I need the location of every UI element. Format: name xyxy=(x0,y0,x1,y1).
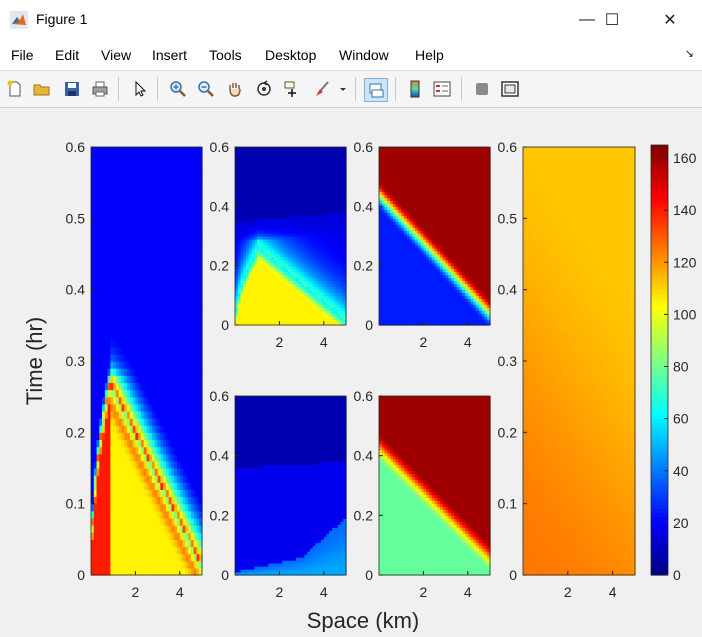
figure-toolbar xyxy=(0,70,702,108)
insert-colorbar-icon[interactable] xyxy=(404,78,426,100)
y-tick-label: 0 xyxy=(221,317,229,333)
pan-hand-icon[interactable] xyxy=(224,78,246,100)
zoom-out-icon[interactable] xyxy=(195,78,217,100)
toolbar-separator xyxy=(157,77,158,101)
maximize-button[interactable]: ☐ xyxy=(589,0,635,40)
menu-bar: File Edit View Insert Tools Desktop Wind… xyxy=(0,40,702,70)
maximize-icon: ☐ xyxy=(605,10,619,30)
y-tick-label: 0.4 xyxy=(66,282,86,298)
new-figure-icon[interactable] xyxy=(4,78,26,100)
matlab-logo-icon xyxy=(10,11,28,29)
toolbar-separator xyxy=(118,77,119,101)
menu-window[interactable]: Window xyxy=(339,47,389,63)
close-button[interactable]: ✕ xyxy=(647,0,693,40)
y-tick-label: 0.5 xyxy=(66,210,86,226)
hide-plot-tools-icon[interactable] xyxy=(471,78,493,100)
menu-view[interactable]: View xyxy=(101,47,131,63)
figure-canvas: 2400.10.20.30.40.50.62400.20.40.62400.20… xyxy=(0,107,702,632)
zoom-in-icon[interactable] xyxy=(167,78,189,100)
heatmap-figure: 2400.10.20.30.40.50.62400.20.40.62400.20… xyxy=(0,107,702,632)
toolbar-separator xyxy=(395,77,396,101)
brush-icon[interactable] xyxy=(311,78,333,100)
y-tick-label: 0 xyxy=(77,567,85,583)
print-icon[interactable] xyxy=(89,78,111,100)
menu-edit[interactable]: Edit xyxy=(55,47,79,63)
window-title: Figure 1 xyxy=(36,11,87,27)
x-tick-label: 2 xyxy=(276,334,284,350)
menu-help[interactable]: Help xyxy=(415,47,444,63)
menu-desktop[interactable]: Desktop xyxy=(265,47,316,63)
y-tick-label: 0.4 xyxy=(210,198,230,214)
link-plot-icon[interactable] xyxy=(364,78,388,102)
menu-insert[interactable]: Insert xyxy=(152,47,187,63)
heatmap-panel-3: 2400.20.40.6 xyxy=(210,388,347,600)
y-tick-label: 0.2 xyxy=(66,424,86,440)
brush-dropdown-icon[interactable] xyxy=(336,78,350,100)
title-bar: Figure 1 — ☐ ✕ xyxy=(0,0,702,40)
dock-figure-icon[interactable]: ↘ xyxy=(685,47,694,60)
pointer-icon[interactable] xyxy=(129,78,151,100)
y-tick-label: 0.6 xyxy=(210,139,230,155)
close-icon: ✕ xyxy=(663,10,676,30)
rotate-3d-icon[interactable] xyxy=(253,78,275,100)
heatmap-panel-1: 2 4 0 0.1 0.2 0.3 0.4 0.5 0.6 xyxy=(66,139,203,600)
open-file-icon[interactable] xyxy=(31,78,53,100)
show-plot-tools-icon[interactable] xyxy=(499,78,521,100)
data-cursor-icon[interactable] xyxy=(281,78,303,100)
x-tick-label: 2 xyxy=(132,584,140,600)
y-tick-label: 0.1 xyxy=(66,496,86,512)
toolbar-separator xyxy=(355,77,356,101)
x-tick-label: 4 xyxy=(176,584,184,600)
insert-legend-icon[interactable] xyxy=(431,78,453,100)
heatmap-panel-2: 2 4 0 0.2 0.4 0.6 xyxy=(210,139,347,350)
y-tick-label: 0.3 xyxy=(66,353,86,369)
save-icon[interactable] xyxy=(61,78,83,100)
menu-file[interactable]: File xyxy=(11,47,34,63)
toolbar-separator xyxy=(461,77,462,101)
x-tick-label: 4 xyxy=(320,334,328,350)
y-tick-label: 0.6 xyxy=(66,139,86,155)
y-tick-label: 0.2 xyxy=(210,258,230,274)
menu-tools[interactable]: Tools xyxy=(209,47,242,63)
